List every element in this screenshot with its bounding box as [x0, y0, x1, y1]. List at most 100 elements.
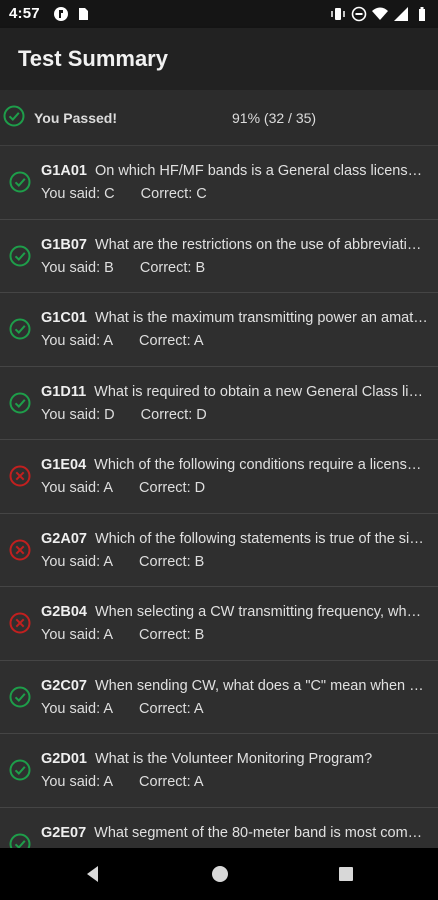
back-icon[interactable] [83, 864, 103, 884]
check-circle-icon [9, 392, 31, 413]
you-said-value: D [104, 406, 115, 423]
question-row[interactable]: G2A07 Which of the following statements i… [0, 513, 438, 587]
question-line: G2E07 What segment of the 80-meter band i… [41, 825, 429, 841]
question-line: G1E04 Which of the following conditions r… [41, 457, 429, 473]
question-line: G1B07 What are the restrictions on the us… [41, 237, 429, 253]
you-said-label: You said: [41, 627, 101, 643]
correct-label: Correct: [140, 406, 193, 423]
check-circle-icon [9, 318, 31, 340]
question-id: G2A07 [41, 530, 87, 547]
you-said-value: A [103, 627, 114, 643]
correct-value: B [194, 553, 205, 570]
correct-label: Correct: [139, 700, 191, 717]
question-line: G2D01 What is the Volunteer Monitoring Pr… [41, 751, 429, 767]
correct-value: B [194, 627, 205, 643]
status-time: 4:57 [9, 5, 40, 22]
answer-line: You said: C Correct: C [41, 186, 207, 202]
correct-label: Correct: [139, 627, 191, 643]
pass-status: You Passed! [34, 110, 117, 126]
correct-value: D [196, 406, 207, 423]
question-text: What is the maximum transmitting power a… [94, 310, 429, 326]
sim-card-icon [79, 8, 88, 20]
question-row[interactable]: G1D11 What is required to obtain a new Ge… [0, 366, 438, 440]
signal-icon [394, 7, 408, 21]
answer-line: You said: ACorrect: A [41, 333, 204, 349]
you-said-value: A [103, 774, 114, 790]
answer-line: You said: A Correct: B [41, 554, 204, 570]
you-said-label: You said: [41, 553, 101, 570]
you-said-label: You said: [41, 333, 101, 349]
correct-label: Correct: [139, 774, 191, 790]
question-line: G2B04 When selecting a CW transmitting fr… [41, 604, 429, 620]
question-line: G2A07 Which of the following statements i… [41, 531, 429, 547]
do-not-disturb-icon [351, 6, 367, 22]
you-said-label: You said: [41, 259, 101, 276]
question-text: What segment of the 80-meter band is mos… [94, 824, 429, 841]
you-said-label: You said: [41, 186, 101, 202]
vibrate-icon [331, 8, 345, 20]
question-text: On which HF/MF bands is a General class … [94, 163, 429, 179]
answer-line: You said: A Correct: B [41, 627, 204, 643]
question-text: Which of the following conditions requir… [94, 457, 429, 473]
question-line: G1C01 What is the maximum transmitting po… [41, 310, 429, 326]
question-row[interactable]: G1C01 What is the maximum transmitting po… [0, 293, 438, 367]
question-id: G2D01 [41, 751, 87, 767]
question-text: When sending CW, what does a "C" mean wh… [94, 677, 429, 694]
wifi-icon [372, 7, 388, 20]
correct-value: A [193, 333, 204, 349]
app-bar: Test Summary [0, 28, 438, 90]
question-id: G1D11 [41, 383, 87, 400]
answer-line: You said: ACorrect: A [41, 774, 204, 790]
you-said-label: You said: [41, 480, 101, 496]
question-text: What is required to obtain a new General… [94, 383, 429, 400]
question-id: G2E07 [41, 824, 87, 841]
question-row[interactable]: G1E04 Which of the following conditions r… [0, 440, 438, 514]
x-circle-icon [9, 612, 31, 634]
question-row[interactable]: G1B07 What are the restrictions on the us… [0, 219, 438, 293]
you-said-label: You said: [41, 406, 101, 423]
check-circle-icon [9, 759, 31, 781]
battery-icon [419, 7, 425, 21]
you-said-value: B [104, 259, 114, 276]
you-said-value: A [103, 553, 114, 570]
check-circle-icon [9, 686, 31, 707]
page-title: Test Summary [18, 46, 168, 71]
correct-label: Correct: [140, 186, 193, 202]
answer-line: You said: B Correct: B [41, 260, 205, 276]
answer-line: You said: ACorrect: A [41, 701, 204, 717]
you-said-label: You said: [41, 774, 101, 790]
check-circle-icon [3, 105, 25, 127]
correct-value: A [193, 774, 204, 790]
correct-label: Correct: [139, 553, 191, 570]
question-row[interactable]: G1A01 On which HF/MF bands is a General c… [0, 146, 438, 220]
score-text: 91% (32 / 35) [232, 110, 317, 126]
recents-icon[interactable] [336, 864, 356, 884]
test-result-summary: You Passed! 91% (32 / 35) [0, 90, 438, 146]
question-id: G2B04 [41, 604, 87, 620]
question-text: Which of the following statements is tru… [94, 530, 429, 547]
question-row[interactable]: G2C07 When sending CW, what does a "C" me… [0, 660, 438, 734]
question-id: G1E04 [41, 457, 87, 473]
x-circle-icon [9, 539, 31, 560]
notification-app-icon [54, 7, 68, 21]
answer-line: You said: D Correct: D [41, 407, 207, 423]
correct-label: Correct: [139, 333, 191, 349]
question-text: When selecting a CW transmitting frequen… [94, 604, 429, 620]
question-row[interactable]: G2D01 What is the Volunteer Monitoring Pr… [0, 734, 438, 808]
question-line: G1D11 What is required to obtain a new Ge… [41, 384, 429, 400]
check-circle-icon [9, 245, 31, 266]
correct-value: B [195, 259, 206, 276]
question-id: G1B07 [41, 236, 87, 253]
you-said-value: A [103, 480, 114, 496]
question-id: G1A01 [41, 163, 87, 179]
you-said-value: A [103, 700, 114, 717]
x-circle-icon [9, 465, 31, 487]
question-list: G1A01 On which HF/MF bands is a General c… [0, 146, 438, 881]
correct-value: A [193, 700, 204, 717]
question-id: G2C07 [41, 677, 87, 694]
home-icon[interactable] [210, 864, 230, 884]
question-text: What are the restrictions on the use of … [94, 236, 429, 253]
question-id: G1C01 [41, 310, 87, 326]
you-said-value: A [103, 333, 114, 349]
question-row[interactable]: G2B04 When selecting a CW transmitting fr… [0, 587, 438, 661]
